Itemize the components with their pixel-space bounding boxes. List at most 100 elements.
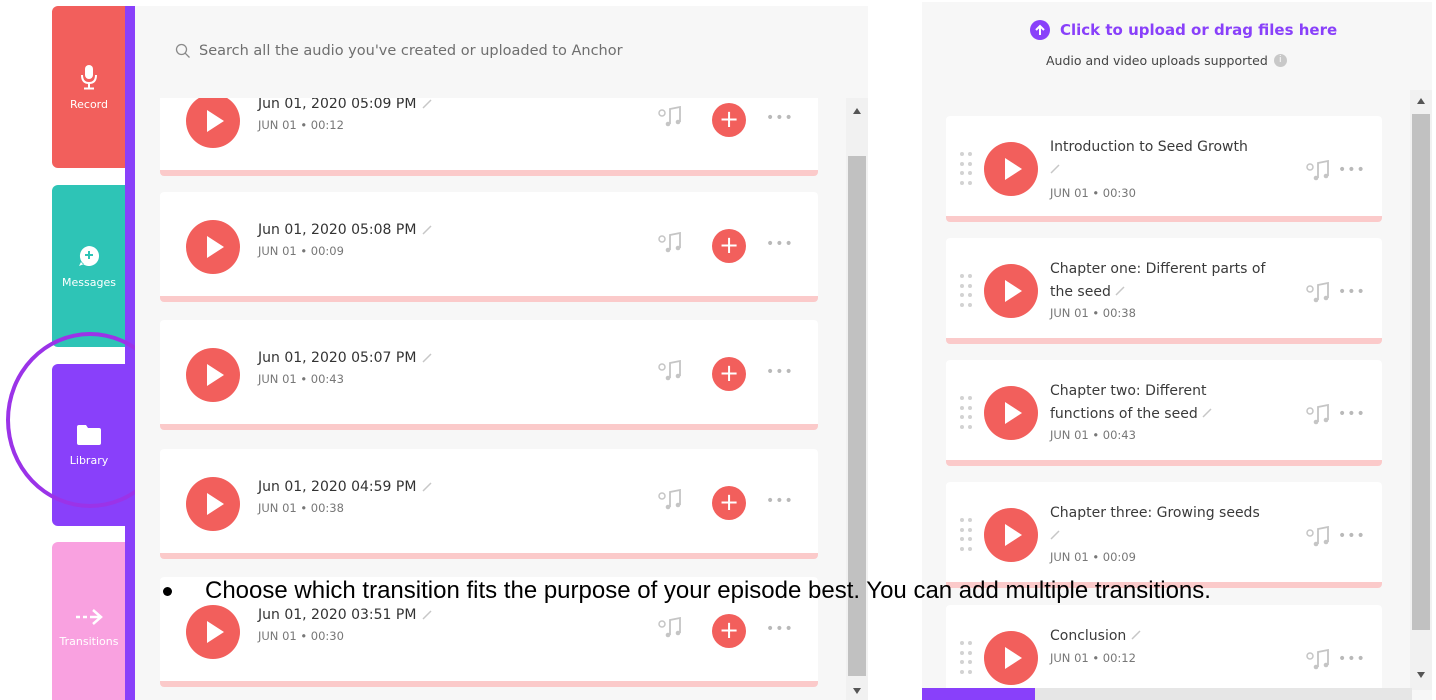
episode-scrollbar-thumb[interactable] (1412, 114, 1430, 630)
add-to-episode-button[interactable]: + (712, 357, 746, 391)
segment-meta: JUN 01 • 00:09 (1050, 550, 1136, 564)
add-to-episode-button[interactable]: + (712, 614, 746, 648)
play-button[interactable] (186, 348, 240, 402)
info-icon[interactable]: i (1273, 54, 1287, 67)
more-options-icon[interactable]: ••• (1338, 406, 1366, 422)
music-add-icon[interactable] (658, 489, 684, 511)
arrow-right-icon (76, 608, 103, 625)
upload-button[interactable]: Click to upload or drag files here (1030, 20, 1337, 40)
edit-pencil-icon[interactable] (422, 353, 432, 363)
edit-pencil-icon[interactable] (1050, 530, 1060, 540)
music-add-icon[interactable] (1306, 160, 1332, 182)
more-options-icon[interactable]: ••• (766, 110, 794, 126)
drag-handle-icon[interactable] (960, 152, 972, 186)
more-options-icon[interactable]: ••• (1338, 651, 1366, 667)
segment-title: Chapter one: Different parts of the seed (1050, 261, 1266, 300)
drag-handle-icon[interactable] (960, 396, 972, 430)
search-input[interactable]: Search all the audio you've created or u… (175, 43, 623, 59)
segment-meta: JUN 01 • 00:43 (1050, 428, 1136, 442)
play-button[interactable] (186, 605, 240, 659)
add-to-episode-button[interactable]: + (712, 103, 746, 137)
library-scrollbar[interactable] (846, 98, 868, 700)
episode-segment: Chapter one: Different parts of the seed… (946, 238, 1382, 344)
nav-tab-transitions[interactable]: Transitions (52, 542, 126, 700)
music-add-icon[interactable] (1306, 649, 1332, 671)
music-add-icon[interactable] (658, 617, 684, 639)
edit-pencil-icon[interactable] (422, 99, 432, 109)
library-item-title: Jun 01, 2020 05:09 PM (258, 98, 417, 112)
music-add-icon[interactable] (1306, 526, 1332, 548)
episode-segment: Introduction to Seed Growth JUN 01 • 00:… (946, 116, 1382, 222)
more-options-icon[interactable]: ••• (1338, 162, 1366, 178)
edit-pencil-icon[interactable] (1202, 408, 1212, 418)
music-add-icon[interactable] (658, 360, 684, 382)
edit-pencil-icon[interactable] (422, 482, 432, 492)
music-add-icon[interactable] (658, 106, 684, 128)
drag-handle-icon[interactable] (960, 274, 972, 308)
episode-segment-list: Introduction to Seed Growth JUN 01 • 00:… (946, 116, 1384, 700)
edit-pencil-icon[interactable] (1115, 286, 1125, 296)
play-button[interactable] (186, 477, 240, 531)
edit-pencil-icon[interactable] (422, 225, 432, 235)
music-add-icon[interactable] (1306, 282, 1332, 304)
play-button[interactable] (984, 631, 1038, 685)
segment-meta: JUN 01 • 00:38 (1050, 306, 1136, 320)
drag-handle-icon[interactable] (960, 641, 972, 675)
library-item-meta: JUN 01 • 00:30 (258, 629, 344, 643)
scroll-down-arrow-icon[interactable] (853, 688, 861, 694)
upload-label: Click to upload or drag files here (1060, 21, 1338, 39)
search-placeholder: Search all the audio you've created or u… (199, 43, 623, 59)
segment-title: Chapter two: Different functions of the … (1050, 383, 1207, 422)
more-options-icon[interactable]: ••• (766, 364, 794, 380)
library-list: Jun 01, 2020 05:09 PM JUN 01 • 00:12 + •… (160, 98, 820, 700)
play-button[interactable] (186, 98, 240, 148)
microphone-icon (81, 64, 97, 89)
more-options-icon[interactable]: ••• (1338, 284, 1366, 300)
more-options-icon[interactable]: ••• (1338, 528, 1366, 544)
library-item: Jun 01, 2020 05:09 PM JUN 01 • 00:12 + •… (160, 98, 818, 176)
scroll-up-arrow-icon[interactable] (1417, 98, 1425, 104)
drag-handle-icon[interactable] (960, 518, 972, 552)
edit-pencil-icon[interactable] (422, 610, 432, 620)
library-item-title: Jun 01, 2020 05:07 PM (258, 350, 417, 366)
nav-tab-messages[interactable]: Messages (52, 185, 126, 347)
segment-meta: JUN 01 • 00:12 (1050, 651, 1136, 665)
episode-segment: Chapter three: Growing seeds JUN 01 • 00… (946, 482, 1382, 588)
edit-pencil-icon[interactable] (1131, 630, 1141, 640)
library-item-title: Jun 01, 2020 05:08 PM (258, 222, 417, 238)
segment-meta: JUN 01 • 00:30 (1050, 186, 1136, 200)
bullet-dot (163, 587, 172, 596)
library-item-meta: JUN 01 • 00:12 (258, 118, 344, 132)
more-options-icon[interactable]: ••• (766, 621, 794, 637)
segment-title: Introduction to Seed Growth (1050, 139, 1248, 155)
library-item-meta: JUN 01 • 00:43 (258, 372, 344, 386)
instruction-text: Choose which transition fits the purpose… (205, 577, 1211, 604)
play-button[interactable] (984, 386, 1038, 440)
episode-scrollbar[interactable] (1410, 90, 1432, 690)
edit-pencil-icon[interactable] (1050, 164, 1060, 174)
library-item-title: Jun 01, 2020 03:51 PM (258, 607, 417, 623)
scroll-up-arrow-icon[interactable] (853, 108, 861, 114)
nav-transitions-label: Transitions (59, 634, 119, 648)
add-to-episode-button[interactable]: + (712, 229, 746, 263)
nav-messages-label: Messages (62, 275, 116, 289)
more-options-icon[interactable]: ••• (766, 236, 794, 252)
scroll-down-arrow-icon[interactable] (1417, 672, 1425, 678)
library-item: Jun 01, 2020 05:08 PM JUN 01 • 00:09 + •… (160, 192, 818, 302)
play-button[interactable] (984, 264, 1038, 318)
nav-tab-record[interactable]: Record (52, 6, 126, 168)
music-add-icon[interactable] (658, 232, 684, 254)
anchor-editor-screen: Record Messages Library Transitions Sear… (0, 0, 1436, 700)
add-to-episode-button[interactable]: + (712, 486, 746, 520)
library-item: Jun 01, 2020 04:59 PM JUN 01 • 00:38 + •… (160, 449, 818, 559)
segment-title: Conclusion (1050, 628, 1127, 644)
play-button[interactable] (186, 220, 240, 274)
episode-segment: Chapter two: Different functions of the … (946, 360, 1382, 466)
play-button[interactable] (984, 508, 1038, 562)
more-options-icon[interactable]: ••• (766, 493, 794, 509)
upload-arrow-icon (1030, 20, 1050, 40)
play-button[interactable] (984, 142, 1038, 196)
music-add-icon[interactable] (1306, 404, 1332, 426)
nav-record-label: Record (69, 97, 108, 111)
message-bubble-icon (79, 245, 99, 266)
